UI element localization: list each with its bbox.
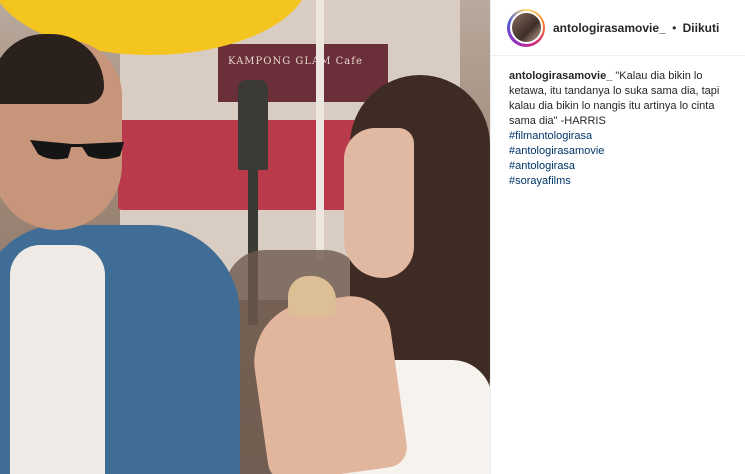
- post-header: antologirasamovie_ • Diikuti: [491, 0, 745, 56]
- hashtag-link[interactable]: #antologirasa: [509, 159, 727, 174]
- woman-face: [344, 128, 414, 278]
- follow-status-button[interactable]: Diikuti: [683, 21, 720, 35]
- post-side-panel: antologirasamovie_ • Diikuti antologiras…: [490, 0, 745, 474]
- pole: [316, 0, 324, 260]
- story-ring[interactable]: [507, 8, 545, 47]
- post-photo[interactable]: KAMPONG GLAM Cafe: [0, 0, 490, 474]
- woman-arms: [246, 291, 410, 474]
- man-white-tee: [10, 245, 105, 474]
- hashtag-link[interactable]: #filmantologirasa: [509, 129, 727, 144]
- caption: antologirasamovie_ "Kalau dia bikin lo k…: [491, 56, 745, 189]
- caption-username-link[interactable]: antologirasamovie_: [509, 70, 612, 82]
- header-username-link[interactable]: antologirasamovie_: [553, 21, 666, 35]
- street-lamp: [238, 80, 268, 170]
- hashtag-link[interactable]: #antologirasamovie: [509, 144, 727, 159]
- sunglasses: [30, 140, 124, 160]
- hashtag-link[interactable]: #sorayafilms: [509, 174, 727, 189]
- separator-dot: •: [672, 20, 677, 35]
- ice-cream-cone: [288, 276, 336, 316]
- header-text: antologirasamovie_ • Diikuti: [553, 21, 719, 35]
- avatar[interactable]: [509, 11, 543, 44]
